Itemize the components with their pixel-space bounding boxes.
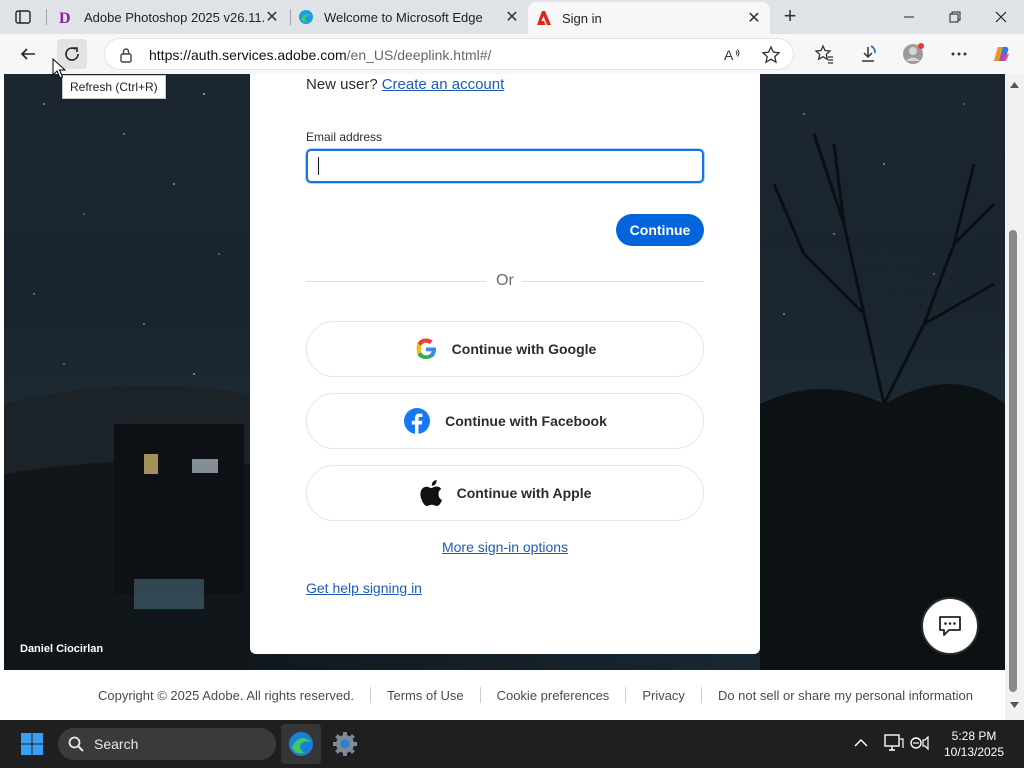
- continue-with-apple-button[interactable]: Continue with Apple: [306, 465, 704, 521]
- lock-icon[interactable]: [119, 47, 133, 63]
- continue-with-facebook-button[interactable]: Continue with Facebook: [306, 393, 704, 449]
- new-tab-button[interactable]: +: [778, 5, 802, 28]
- sign-in-card: New user? Create an account Email address…: [250, 74, 760, 654]
- facebook-button-label: Continue with Facebook: [445, 413, 607, 429]
- chat-button[interactable]: [921, 597, 979, 655]
- browser-toolbar: https://auth.services.adobe.com/en_US/de…: [0, 34, 1024, 74]
- email-label: Email address: [306, 130, 383, 144]
- google-icon: [416, 338, 436, 359]
- scrollbar-thumb[interactable]: [1009, 230, 1017, 692]
- copilot-button[interactable]: [986, 39, 1016, 69]
- photo-credit: Daniel Ciocirlan: [20, 643, 104, 655]
- divider-line: [522, 281, 704, 282]
- search-icon: [68, 736, 84, 752]
- url-text[interactable]: https://auth.services.adobe.com/en_US/de…: [149, 47, 491, 63]
- taskbar-edge[interactable]: [281, 724, 321, 764]
- new-user-prompt: New user? Create an account: [306, 76, 504, 93]
- tab-separator: [46, 9, 47, 25]
- svg-text:D: D: [59, 10, 71, 25]
- footer-link-terms[interactable]: Terms of Use: [371, 688, 480, 703]
- tab-close-icon[interactable]: ✕: [504, 7, 520, 27]
- footer-link-cookie-preferences[interactable]: Cookie preferences: [481, 688, 626, 703]
- refresh-tooltip: Refresh (Ctrl+R): [62, 75, 166, 99]
- footer-link-privacy[interactable]: Privacy: [626, 688, 701, 703]
- search-label: Search: [94, 736, 139, 752]
- tab-close-icon[interactable]: ✕: [746, 8, 762, 28]
- downloads-button[interactable]: [853, 39, 883, 69]
- more-sign-in-options-text[interactable]: More sign-in options: [442, 539, 568, 555]
- page-viewport: Daniel Ciocirlan New user? Create an acco…: [0, 74, 1024, 720]
- copyright-text: Copyright © 2025 Adobe. All rights reser…: [97, 687, 354, 703]
- more-sign-in-options-link: More sign-in options: [250, 539, 760, 555]
- continue-with-google-button[interactable]: Continue with Google: [306, 321, 704, 377]
- read-aloud-icon[interactable]: A: [723, 46, 741, 64]
- tab-sign-in[interactable]: Sign in ✕: [528, 2, 770, 34]
- footer-link-do-not-sell[interactable]: Do not sell or share my personal informa…: [702, 688, 973, 703]
- profile-button[interactable]: [898, 39, 928, 69]
- copilot-icon: [993, 47, 1009, 61]
- minimize-button[interactable]: [886, 0, 932, 34]
- start-button[interactable]: [12, 724, 52, 764]
- tab-strip: D Adobe Photoshop 2025 v26.11.0. ✕ Welco…: [0, 0, 1024, 34]
- tab-actions-icon[interactable]: [14, 8, 32, 26]
- profile-icon: [903, 43, 924, 64]
- clock-time: 5:28 PM: [951, 729, 997, 743]
- star-icon[interactable]: [761, 45, 781, 65]
- svg-text:A: A: [724, 47, 734, 63]
- network-volume-icon[interactable]: [910, 734, 932, 752]
- edge-favicon: [299, 10, 313, 24]
- downloads-icon: [862, 45, 876, 62]
- tab-title: Sign in: [562, 10, 602, 26]
- chevron-up-icon[interactable]: [854, 738, 868, 748]
- back-button[interactable]: [13, 39, 43, 69]
- windows-start-icon: [21, 733, 43, 755]
- text-caret: [318, 157, 319, 175]
- adobe-favicon: [537, 11, 551, 25]
- create-account-link[interactable]: Create an account: [382, 76, 505, 93]
- get-help-signing-in-link[interactable]: Get help signing in: [306, 580, 422, 596]
- apple-button-label: Continue with Apple: [456, 485, 592, 501]
- back-icon: [20, 48, 35, 60]
- windows-taskbar: Search 5:28 PM 10/13/2025: [0, 720, 1024, 768]
- mouse-cursor-icon: [52, 58, 66, 79]
- scroll-down-arrow-icon[interactable]: [1010, 702, 1019, 708]
- clock-date: 10/13/2025: [943, 745, 1005, 759]
- settings-taskbar-icon: [333, 732, 357, 756]
- tab-close-icon[interactable]: ✕: [264, 7, 280, 27]
- page-footer: Copyright © 2025 Adobe. All rights reser…: [0, 670, 1005, 720]
- edge-taskbar-icon: [289, 732, 313, 756]
- apple-icon: [419, 480, 442, 507]
- google-button-label: Continue with Google: [451, 341, 597, 357]
- close-window-button[interactable]: [978, 0, 1024, 34]
- more-icon: [951, 52, 967, 56]
- chat-icon: [939, 616, 961, 636]
- scroll-up-arrow-icon[interactable]: [1010, 82, 1019, 88]
- taskbar-clock[interactable]: 5:28 PM 10/13/2025: [938, 728, 1010, 760]
- url-host: https://auth.services.adobe.com: [149, 47, 347, 63]
- url-path: /en_US/deeplink.html#/: [346, 47, 492, 63]
- or-divider-text: Or: [496, 272, 514, 289]
- favorites-button[interactable]: [809, 39, 839, 69]
- restore-button[interactable]: [932, 0, 978, 34]
- tab-edge-welcome[interactable]: Welcome to Microsoft Edge ✕: [290, 0, 528, 34]
- taskbar-search[interactable]: Search: [58, 728, 276, 760]
- taskbar-settings[interactable]: [325, 724, 365, 764]
- tab-title: Adobe Photoshop 2025 v26.11.0.: [84, 9, 264, 25]
- facebook-icon: [404, 408, 431, 434]
- display-icon[interactable]: [884, 734, 904, 752]
- favorites-icon: [814, 44, 833, 64]
- tab-title: Welcome to Microsoft Edge: [324, 9, 483, 25]
- email-field[interactable]: [306, 149, 704, 183]
- photoshop-favicon: D: [59, 10, 71, 25]
- new-user-text: New user?: [306, 76, 378, 93]
- continue-button[interactable]: Continue: [616, 214, 704, 246]
- more-button[interactable]: [944, 39, 974, 69]
- address-bar[interactable]: https://auth.services.adobe.com/en_US/de…: [104, 38, 794, 70]
- tab-photoshop[interactable]: D Adobe Photoshop 2025 v26.11.0. ✕: [50, 0, 288, 34]
- divider-line: [306, 281, 486, 282]
